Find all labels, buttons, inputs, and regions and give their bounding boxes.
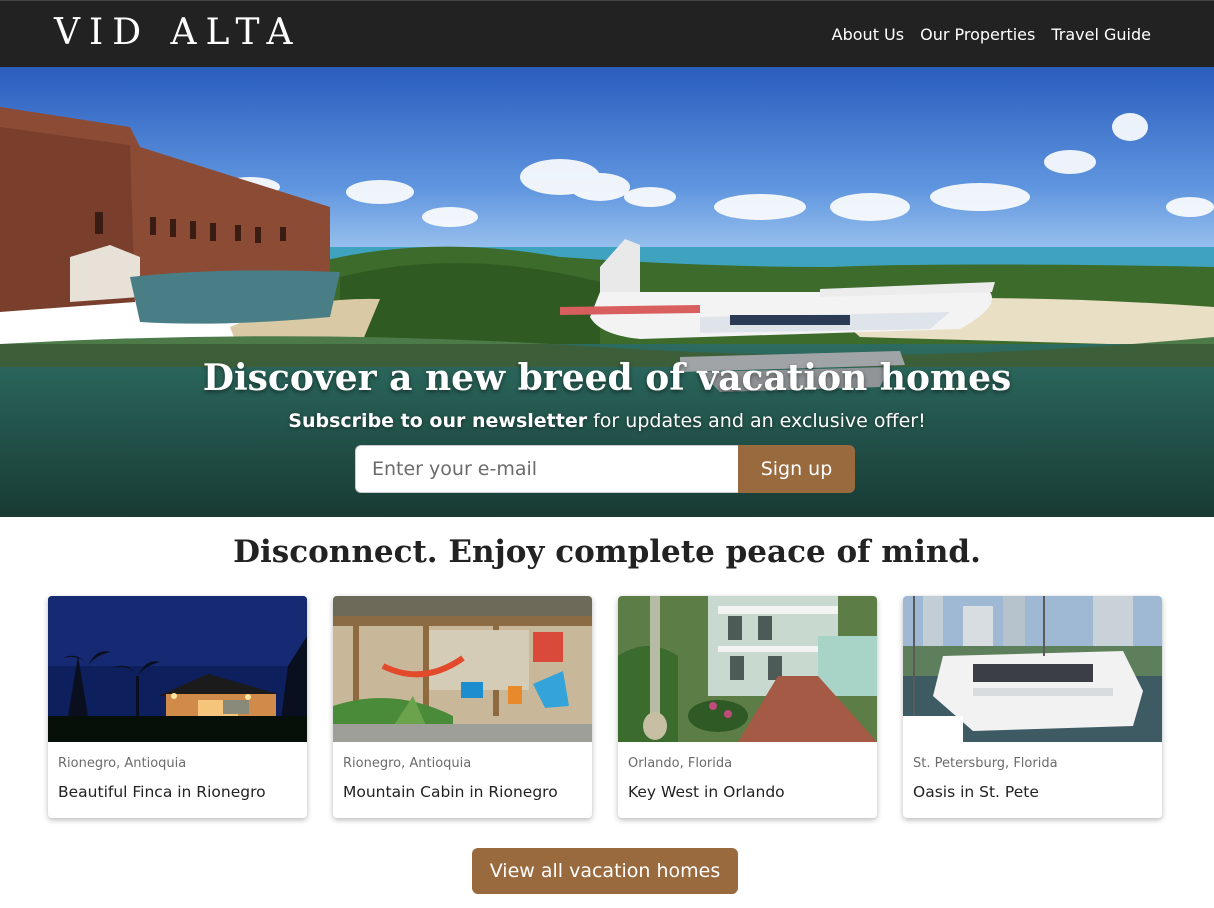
property-image bbox=[333, 596, 592, 742]
nav-link-travel-guide[interactable]: Travel Guide bbox=[1051, 25, 1151, 44]
property-image bbox=[618, 596, 877, 742]
property-cards: Rionegro, Antioquia Beautiful Finca in R… bbox=[48, 596, 1163, 818]
property-location: Rionegro, Antioquia bbox=[343, 756, 472, 771]
top-navbar: VID ALTA About Us Our Properties Travel … bbox=[0, 0, 1214, 67]
property-card[interactable]: St. Petersburg, Florida Oasis in St. Pet… bbox=[903, 596, 1162, 818]
sign-up-button[interactable]: Sign up bbox=[738, 445, 855, 493]
property-name[interactable]: Oasis in St. Pete bbox=[913, 783, 1039, 801]
email-input[interactable] bbox=[355, 445, 738, 493]
property-card[interactable]: Rionegro, Antioquia Mountain Cabin in Ri… bbox=[333, 596, 592, 818]
nav-links: About Us Our Properties Travel Guide bbox=[832, 1, 1151, 68]
property-name[interactable]: Key West in Orlando bbox=[628, 783, 785, 801]
vidalta-logo[interactable]: VID ALTA bbox=[54, 15, 302, 51]
newsletter-form: Sign up bbox=[355, 445, 855, 493]
property-image bbox=[903, 596, 1162, 742]
hero-section: Discover a new breed of vacation homes S… bbox=[0, 67, 1214, 517]
hero-subtitle-bold: Subscribe to our newsletter bbox=[288, 410, 588, 432]
property-location: Rionegro, Antioquia bbox=[58, 756, 187, 771]
hero-subtitle: Subscribe to our newsletter for updates … bbox=[0, 408, 1214, 434]
nav-link-about-us[interactable]: About Us bbox=[832, 25, 904, 44]
property-location: St. Petersburg, Florida bbox=[913, 756, 1058, 771]
property-card[interactable]: Orlando, Florida Key West in Orlando bbox=[618, 596, 877, 818]
logo-text: VID ALTA bbox=[54, 12, 302, 53]
property-name[interactable]: Mountain Cabin in Rionegro bbox=[343, 783, 558, 801]
property-name[interactable]: Beautiful Finca in Rionegro bbox=[58, 783, 266, 801]
section-title: Disconnect. Enjoy complete peace of mind… bbox=[233, 534, 981, 570]
hero-subtitle-rest: for updates and an exclusive offer! bbox=[587, 410, 926, 432]
nav-link-our-properties[interactable]: Our Properties bbox=[920, 25, 1035, 44]
property-location: Orlando, Florida bbox=[628, 756, 733, 771]
hero-title: Discover a new breed of vacation homes bbox=[202, 357, 1012, 399]
property-card[interactable]: Rionegro, Antioquia Beautiful Finca in R… bbox=[48, 596, 307, 818]
view-all-vacation-homes-button[interactable]: View all vacation homes bbox=[472, 848, 738, 894]
property-image bbox=[48, 596, 307, 742]
